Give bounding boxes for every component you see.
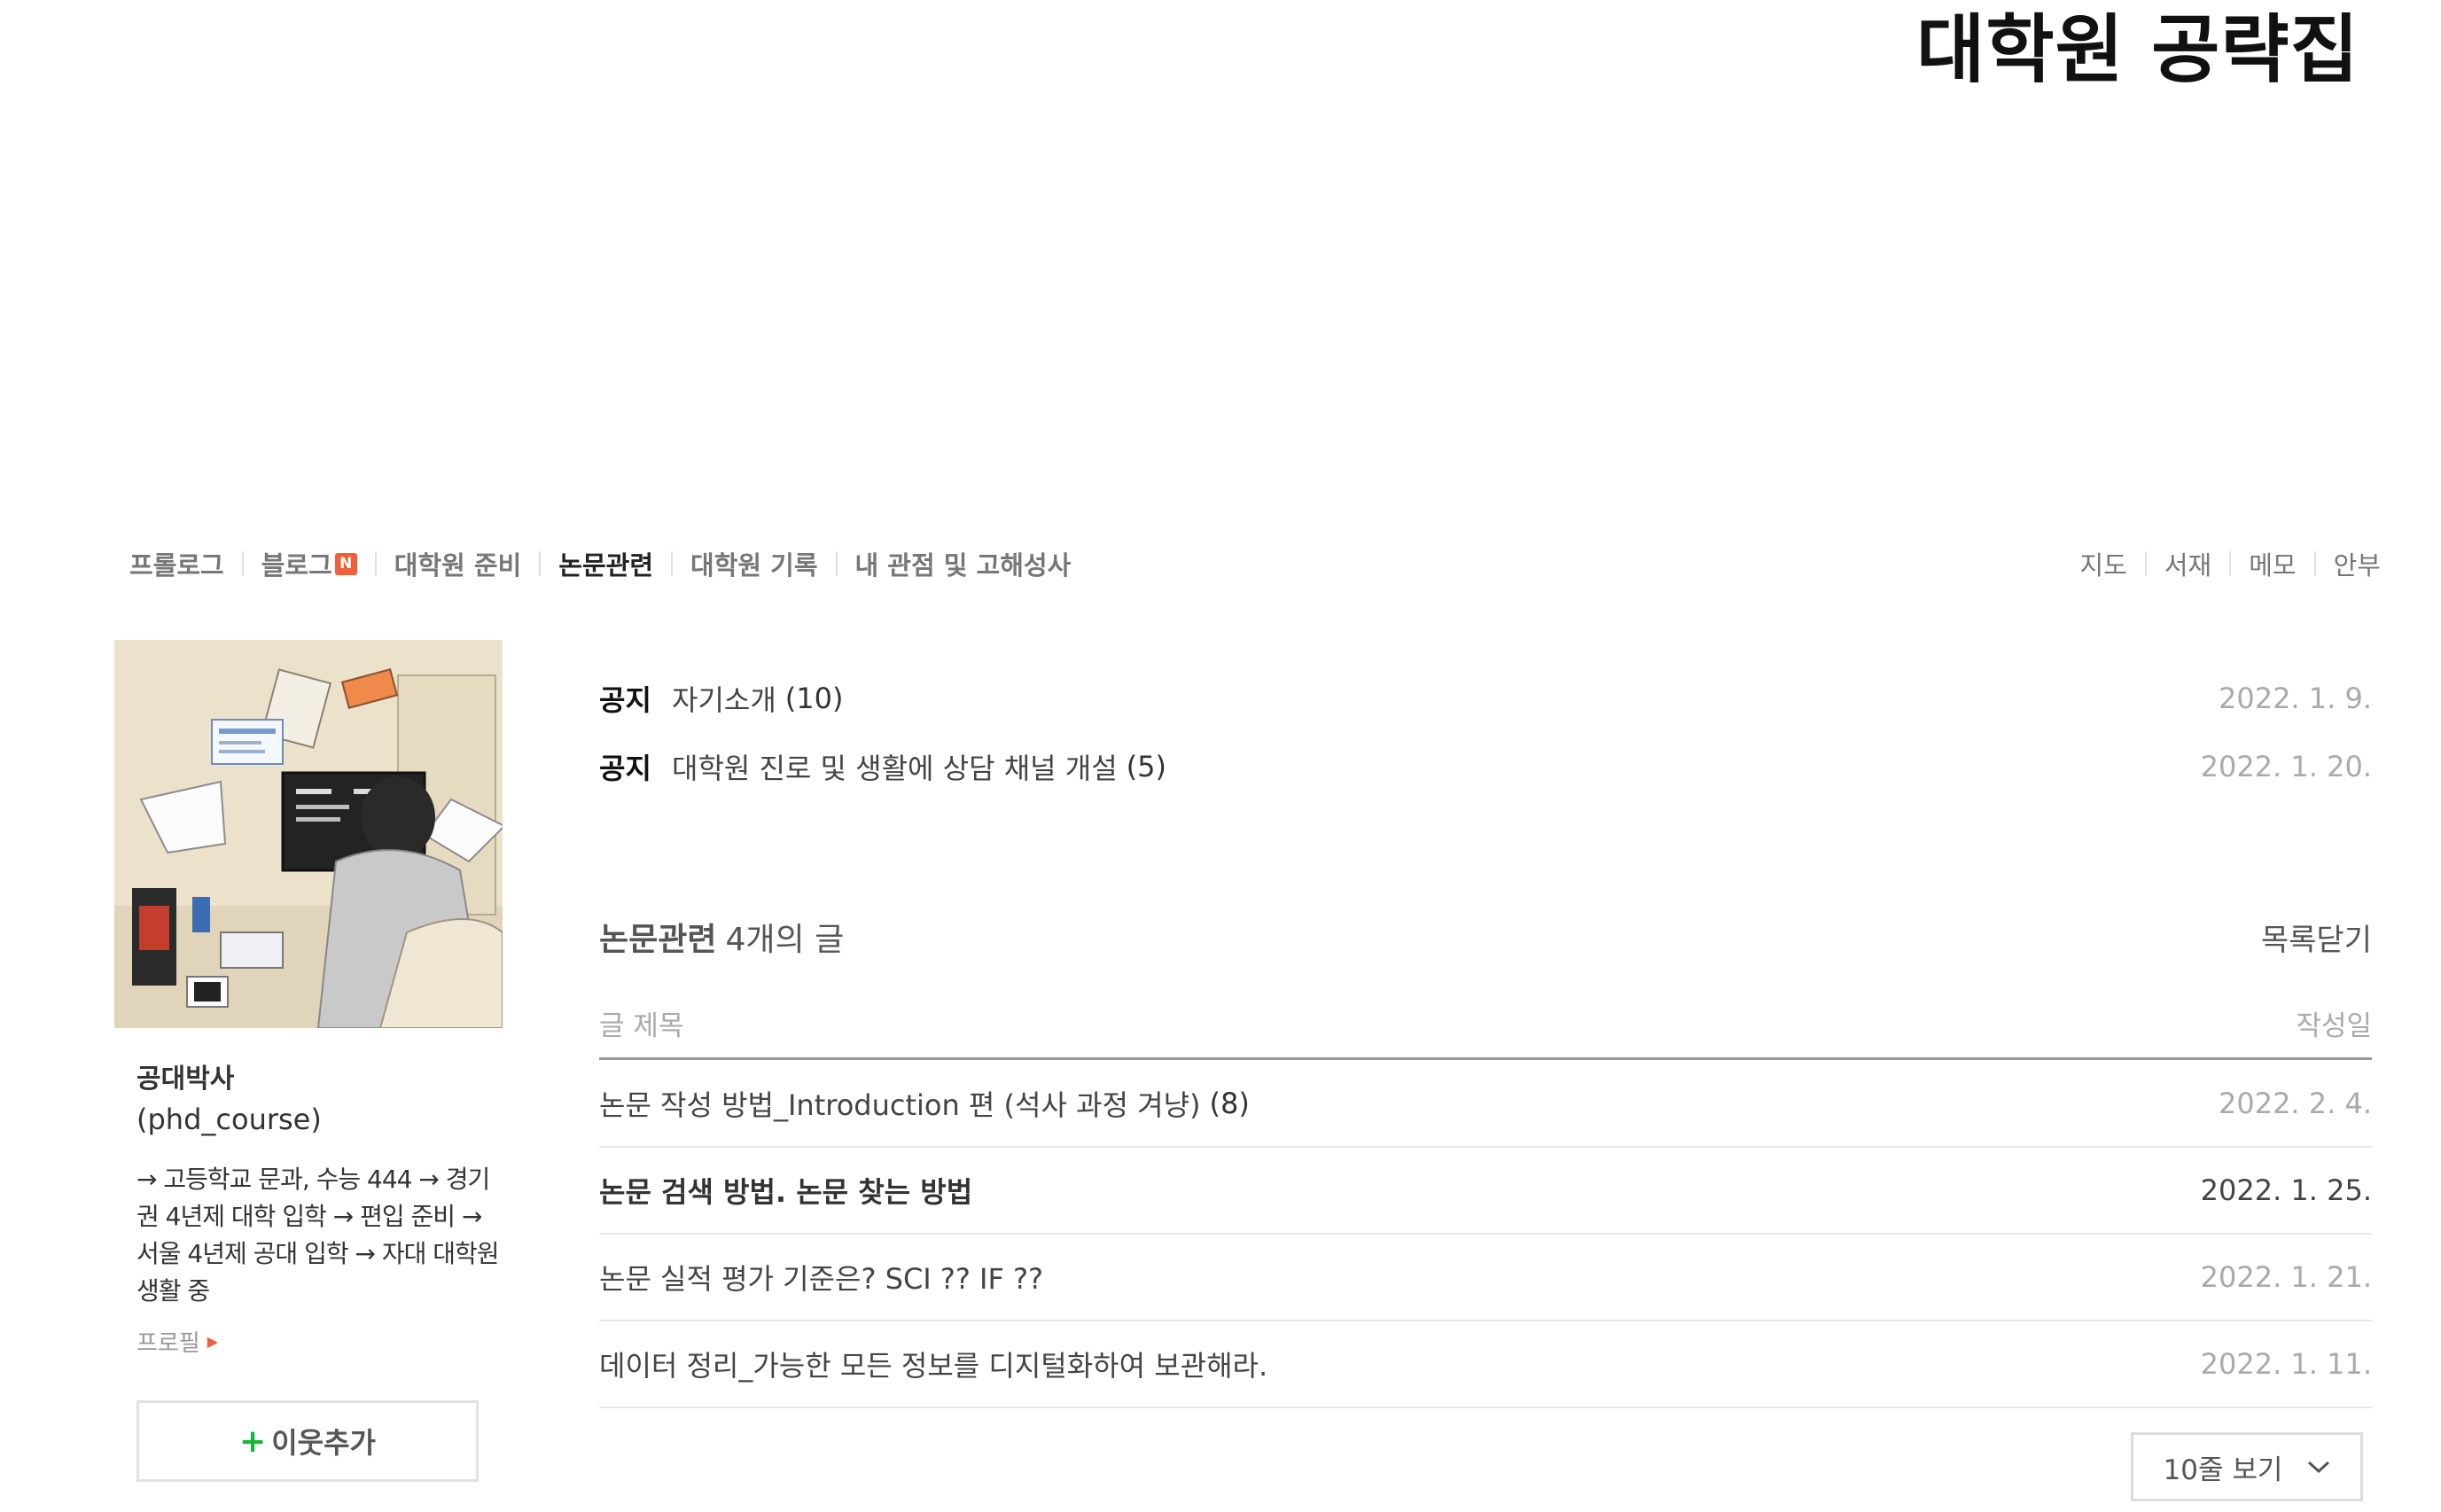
caret-right-icon: ▶ — [207, 1333, 219, 1350]
tool-menu: 지도 서재 메모 안부 — [2080, 545, 2382, 582]
menu-divider — [671, 551, 674, 576]
post-title[interactable]: 논문 작성 방법_Introduction 편 (석사 과정 겨냥) — [599, 1083, 1201, 1124]
post-date: 2022. 1. 25. — [2200, 1173, 2372, 1207]
post-list-columns: 글 제목 작성일 — [599, 996, 2372, 1049]
post-row[interactable]: 논문 실적 평가 기준은? SCI ?? IF ?? 2022. 1. 21. — [599, 1235, 2372, 1321]
profile-illustration — [114, 640, 503, 1028]
tool-divider — [2229, 551, 2232, 576]
notice-tag: 공지 — [599, 683, 651, 717]
menu-item-label: 대학원 기록 — [690, 550, 818, 581]
menu-item-papers[interactable]: 논문관련 — [558, 545, 653, 582]
notice-comment-count[interactable]: (5) — [1127, 750, 1166, 783]
notice-title[interactable]: 자기소개 — [672, 678, 776, 719]
menu-item-prologue[interactable]: 프롤로그 — [129, 545, 224, 582]
tool-guestbook[interactable]: 안부 — [2334, 545, 2381, 582]
post-row[interactable]: 논문 작성 방법_Introduction 편 (석사 과정 겨냥) (8) 2… — [599, 1061, 2372, 1148]
post-date: 2022. 1. 21. — [2200, 1260, 2372, 1294]
category-menu: 프롤로그 블로그 N 대학원 준비 논문관련 대학원 기록 내 관점 및 고해성사 — [129, 545, 1071, 582]
tool-map[interactable]: 지도 — [2080, 545, 2127, 582]
tool-memo[interactable]: 메모 — [2249, 545, 2296, 582]
add-neighbor-label: 이웃추가 — [271, 1426, 376, 1460]
profile-image[interactable] — [114, 640, 503, 1028]
post-title[interactable]: 논문 실적 평가 기준은? SCI ?? IF ?? — [599, 1257, 1043, 1298]
notice-tag: 공지 — [599, 752, 651, 785]
profile-intro: → 고등학교 문과, 수능 444 → 경기권 4년제 대학 입학 → 편입 준… — [136, 1165, 500, 1305]
profile-nickname: 공대박사 — [136, 1064, 235, 1095]
column-date-header: 작성일 — [2296, 1009, 2372, 1042]
plus-icon: + — [239, 1422, 267, 1460]
post-title[interactable]: 데이터 정리_가능한 모든 정보를 디지털화하여 보관해라. — [599, 1344, 1267, 1384]
new-badge: N — [334, 552, 357, 575]
post-row-current[interactable]: 논문 검색 방법. 논문 찾는 방법 2022. 1. 25. — [599, 1148, 2372, 1235]
notice-title[interactable]: 대학원 진로 및 생활에 상담 채널 개설 — [672, 746, 1118, 787]
menu-item-perspective[interactable]: 내 관점 및 고해성사 — [855, 545, 1072, 582]
menu-item-label: 블로그 — [261, 550, 332, 581]
post-date: 2022. 1. 11. — [2200, 1347, 2372, 1381]
rows-per-page-select[interactable]: 10줄 보기 — [2131, 1432, 2363, 1501]
menu-divider — [241, 551, 244, 576]
column-title-header: 글 제목 — [599, 1009, 684, 1042]
rows-per-page-label: 10줄 보기 — [2163, 1454, 2283, 1486]
menu-item-label: 내 관점 및 고해성사 — [854, 550, 1072, 581]
post-list-count: 4개의 글 — [725, 922, 845, 958]
blog-title[interactable]: 대학원 공략집 — [1916, 5, 2359, 95]
menu-item-grad-prep[interactable]: 대학원 준비 — [394, 545, 522, 582]
post-title[interactable]: 논문 검색 방법. 논문 찾는 방법 — [599, 1170, 972, 1211]
notice-item[interactable]: 공지 자기소개 (10) 2022. 1. 9. — [599, 672, 2372, 725]
menu-divider — [539, 551, 542, 576]
notice-comment-count[interactable]: (10) — [785, 682, 844, 715]
post-row[interactable]: 데이터 정리_가능한 모든 정보를 디지털화하여 보관해라. 2022. 1. … — [599, 1321, 2372, 1408]
close-list-button[interactable]: 목록닫기 — [2261, 916, 2372, 959]
post-list-category: 논문관련 — [599, 922, 717, 958]
post-list-header: 논문관련 4개의 글 목록닫기 — [599, 906, 2372, 968]
column-divider — [599, 1057, 2372, 1060]
menu-divider — [835, 551, 838, 576]
profile-link-label: 프로필 — [136, 1330, 200, 1357]
notice-item[interactable]: 공지 대학원 진로 및 생활에 상담 채널 개설 (5) 2022. 1. 20… — [599, 740, 2372, 793]
profile-blog-id: (phd_course) — [136, 1103, 322, 1136]
menu-item-label: 프롤로그 — [129, 550, 224, 581]
menu-item-label: 논문관련 — [558, 550, 654, 581]
menu-item-blog[interactable]: 블로그 N — [261, 545, 357, 582]
profile-link[interactable]: 프로필 ▶ — [136, 1325, 218, 1358]
notice-date: 2022. 1. 20. — [2200, 750, 2372, 783]
menu-divider — [374, 551, 377, 576]
chevron-down-icon — [2307, 1460, 2330, 1474]
post-date: 2022. 2. 4. — [2218, 1087, 2372, 1120]
menu-item-grad-records[interactable]: 대학원 기록 — [690, 545, 818, 582]
notice-date: 2022. 1. 9. — [2218, 682, 2372, 715]
add-neighbor-button[interactable]: + 이웃추가 — [136, 1400, 479, 1482]
tool-library[interactable]: 서재 — [2164, 545, 2211, 582]
menu-item-label: 대학원 준비 — [394, 550, 522, 581]
tool-divider — [2313, 551, 2316, 576]
post-comment-count[interactable]: (8) — [1210, 1087, 1250, 1120]
tool-divider — [2144, 551, 2147, 576]
